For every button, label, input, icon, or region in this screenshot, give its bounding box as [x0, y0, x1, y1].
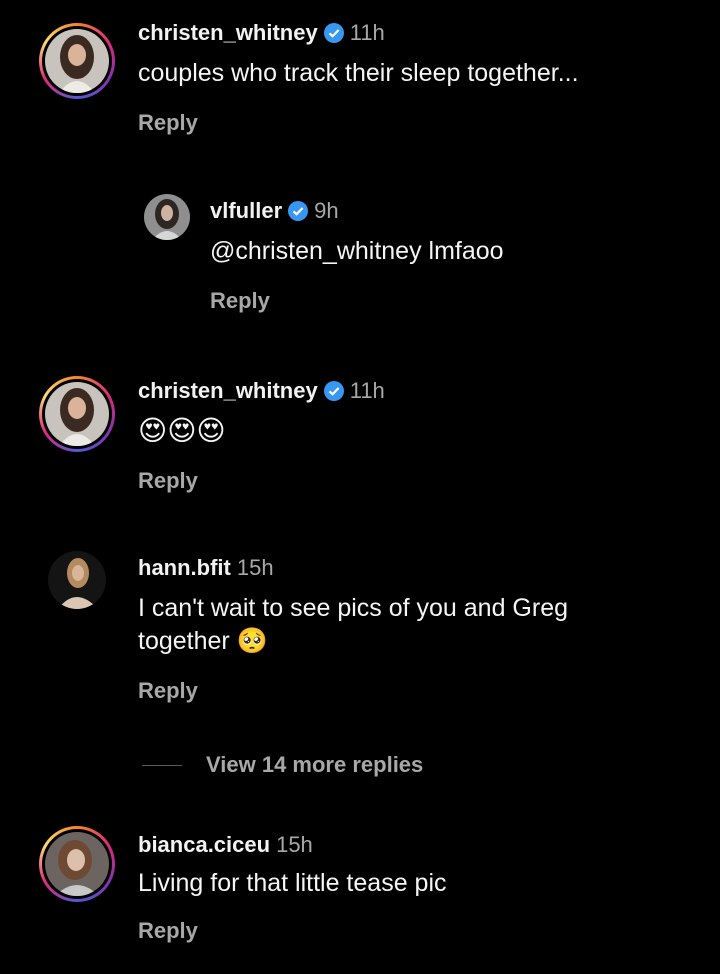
username[interactable]: hann.bfit: [138, 555, 231, 581]
avatar-story-ring[interactable]: [39, 23, 115, 99]
reply-button[interactable]: Reply: [138, 678, 198, 704]
username[interactable]: christen_whitney: [138, 20, 318, 46]
avatar: [45, 29, 109, 93]
comment-text: Living for that little tease pic: [138, 869, 447, 897]
verified-badge-icon: [288, 201, 309, 221]
avatar: [45, 832, 109, 896]
timestamp: 15h: [236, 555, 274, 580]
timestamp: 15h: [276, 832, 313, 857]
avatar[interactable]: [48, 551, 106, 609]
comment-text-line1: I can't wait to see pics of you and Greg: [138, 594, 569, 622]
view-more-replies-label: View 14 more replies: [206, 752, 424, 777]
username[interactable]: bianca.ciceu: [138, 832, 270, 858]
comment-text-line2: together 🥺: [138, 627, 268, 655]
avatar: [45, 382, 109, 446]
comment-text: @christen_whitney lmfaoo: [210, 237, 504, 265]
avatar-story-ring[interactable]: [39, 826, 115, 902]
reply-button[interactable]: Reply: [138, 918, 198, 944]
divider-line: [142, 764, 182, 766]
username[interactable]: christen_whitney: [138, 378, 318, 404]
timestamp: 11h: [349, 20, 385, 45]
comment-text: couples who track their sleep together..…: [138, 59, 579, 87]
username[interactable]: vlfuller: [210, 198, 282, 224]
comment-text-emojis: 😍😍😍: [138, 415, 226, 446]
avatar[interactable]: [144, 194, 190, 240]
timestamp: 11h: [349, 378, 385, 403]
reply-button[interactable]: Reply: [138, 110, 198, 136]
verified-badge-icon: [323, 381, 344, 401]
reply-button[interactable]: Reply: [210, 288, 270, 314]
reply-button[interactable]: Reply: [138, 468, 198, 494]
avatar-story-ring[interactable]: [39, 376, 115, 452]
verified-badge-icon: [323, 23, 344, 43]
view-more-replies[interactable]: View 14 more replies: [142, 752, 423, 778]
timestamp: 9h: [314, 198, 339, 223]
